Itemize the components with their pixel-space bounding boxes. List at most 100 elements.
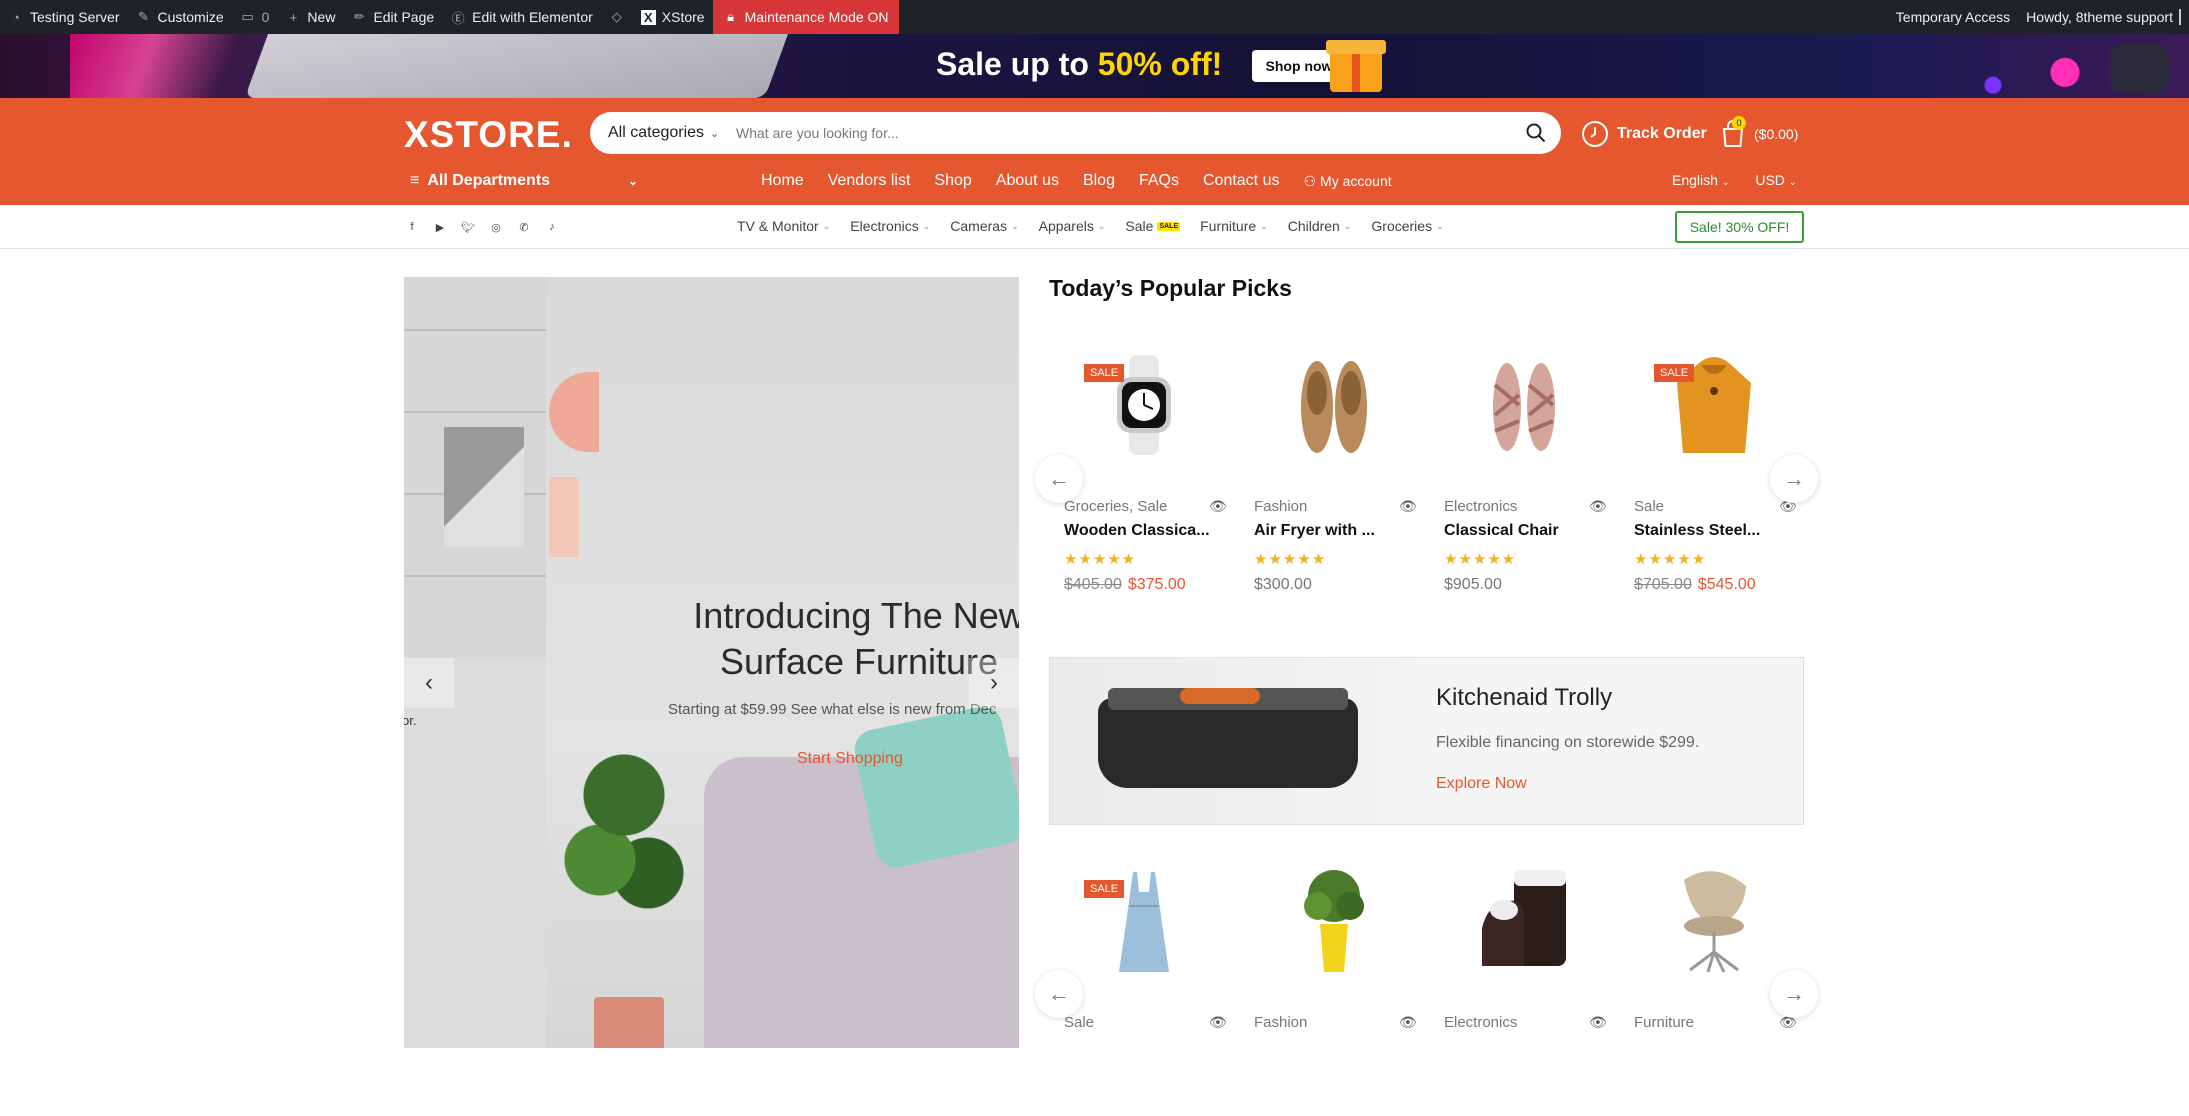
comment-icon: ▭ xyxy=(241,9,254,24)
site-logo[interactable]: XSTORE. xyxy=(404,114,573,156)
clock-icon xyxy=(1582,121,1608,147)
currency-select[interactable]: USD ⌄ xyxy=(1755,172,1796,188)
hero-prev-button[interactable]: ‹ xyxy=(404,658,454,708)
arrow-right-icon: → xyxy=(1783,981,1805,1006)
whatsapp-icon[interactable]: ✆ xyxy=(516,219,532,235)
twitter-icon[interactable]: 🐦︎ xyxy=(460,219,476,235)
product-price-value: $300.00 xyxy=(1254,576,1312,593)
product-image-vase[interactable] xyxy=(1469,866,1579,976)
prev-slide-text-fragment: or. xyxy=(404,713,417,728)
sale-30-off-button[interactable]: Sale! 30% OFF! xyxy=(1675,211,1804,243)
product-image-sandals[interactable] xyxy=(1469,350,1579,460)
explore-now-link[interactable]: Explore Now xyxy=(1436,775,1527,793)
carousel-next-button[interactable]: → xyxy=(1770,455,1818,503)
admin-howdy-link[interactable]: Howdy, 8theme support xyxy=(2018,0,2189,34)
eye-icon[interactable]: 👁︎ xyxy=(1399,1014,1417,1031)
eye-icon[interactable]: 👁︎ xyxy=(1209,1014,1227,1031)
shoes-icon xyxy=(1301,361,1367,453)
hero-next-button[interactable]: › xyxy=(969,658,1019,708)
search-button[interactable] xyxy=(1511,123,1561,143)
admin-edit-page-link[interactable]: ✏ Edit Page xyxy=(343,0,442,34)
facebook-icon[interactable]: f xyxy=(404,219,420,235)
subnav-groceries[interactable]: Groceries ⌄ xyxy=(1371,218,1443,234)
subnav-electronics[interactable]: Electronics ⌄ xyxy=(850,218,930,234)
product-image-shoes[interactable] xyxy=(1279,350,1389,460)
eye-icon[interactable]: 👁︎ xyxy=(1589,1014,1607,1031)
admin-customize-link[interactable]: ✎ Customize xyxy=(127,0,231,34)
popular-picks-title: Today’s Popular Picks xyxy=(1049,275,1292,301)
admin-xstore-link[interactable]: X XStore xyxy=(633,0,713,34)
admin-diamond-link[interactable]: ◇ xyxy=(601,0,633,34)
admin-maintenance-mode[interactable]: 🔒︎ Maintenance Mode ON xyxy=(712,0,899,34)
nav-shop[interactable]: Shop xyxy=(934,172,971,190)
subnav-apparels[interactable]: Apparels ⌄ xyxy=(1039,218,1106,234)
product-name[interactable]: Classical Chair xyxy=(1444,522,1559,540)
lamp-image-2 xyxy=(549,477,579,557)
product-name[interactable]: Air Fryer with ... xyxy=(1254,522,1375,540)
subnav-furniture[interactable]: Furniture ⌄ xyxy=(1200,218,1268,234)
carousel-prev-button[interactable]: ← xyxy=(1035,455,1083,503)
product-card[interactable]: Electronics 👁︎ xyxy=(1429,856,1619,1116)
subnav-tv-monitor[interactable]: TV & Monitor ⌄ xyxy=(737,218,830,234)
subnav-cameras[interactable]: Cameras ⌄ xyxy=(950,218,1018,234)
main-nav-row: ≡ All Departments ⌄ Home Vendors list Sh… xyxy=(0,160,2189,205)
product-name[interactable]: Wooden Classica... xyxy=(1064,522,1210,540)
tiktok-icon[interactable]: ♪ xyxy=(544,219,560,235)
nav-blog[interactable]: Blog xyxy=(1083,172,1115,190)
eye-icon[interactable]: 👁︎ xyxy=(1399,498,1417,515)
hero-title: Introducing The New Surface Furniture xyxy=(649,593,1019,685)
product-card[interactable]: Fashion 👁︎ Air Fryer with ... ★★★★★ $300… xyxy=(1239,340,1429,600)
language-select[interactable]: English ⌄ xyxy=(1672,172,1729,188)
hero-slider: or. Introducing The New Surface Furnitur… xyxy=(404,277,1019,1048)
nav-about-us[interactable]: About us xyxy=(996,172,1059,190)
eye-icon[interactable]: 👁︎ xyxy=(1589,498,1607,515)
product-category[interactable]: Electronics xyxy=(1444,1014,1517,1031)
carousel2-next-button[interactable]: → xyxy=(1770,970,1818,1018)
search-input[interactable] xyxy=(736,125,1511,141)
product-card[interactable]: Electronics 👁︎ Classical Chair ★★★★★ $90… xyxy=(1429,340,1619,600)
kitchenaid-promo-card[interactable]: Kitchenaid Trolly Flexible financing on … xyxy=(1049,657,1804,825)
admin-edit-page-label: Edit Page xyxy=(373,9,435,25)
nav-contact-us[interactable]: Contact us xyxy=(1203,172,1279,190)
nav-faqs[interactable]: FAQs xyxy=(1139,172,1179,190)
search-category-select[interactable]: All categories ⌄ xyxy=(590,124,736,142)
youtube-icon[interactable]: ▶ xyxy=(432,219,448,235)
all-departments-toggle[interactable]: ≡ All Departments ⌄ xyxy=(410,172,638,190)
sale-label: SALE xyxy=(1084,880,1125,898)
admin-temp-access-link[interactable]: Temporary Access xyxy=(1888,0,2018,34)
eye-icon[interactable]: 👁︎ xyxy=(1209,498,1227,515)
admin-comments-link[interactable]: ▭ 0 xyxy=(232,0,278,34)
nav-my-account[interactable]: ⚇ My account xyxy=(1303,172,1391,190)
hero-start-shopping-link[interactable]: Start Shopping xyxy=(797,750,903,768)
product-category[interactable]: Fashion xyxy=(1254,498,1307,515)
elementor-icon: Ⓔ xyxy=(451,10,465,26)
instagram-icon[interactable]: ◎ xyxy=(488,219,504,235)
product-card[interactable]: Fashion 👁︎ xyxy=(1239,856,1429,1116)
chevron-down-icon: ⌄ xyxy=(1788,177,1797,187)
nav-vendors-list[interactable]: Vendors list xyxy=(828,172,911,190)
product-category[interactable]: Electronics xyxy=(1444,498,1517,515)
product-category[interactable]: Fashion xyxy=(1254,1014,1307,1031)
admin-temp-access-label: Temporary Access xyxy=(1895,9,2011,25)
subnav-children[interactable]: Children ⌄ xyxy=(1288,218,1352,234)
admin-elementor-link[interactable]: Ⓔ Edit with Elementor xyxy=(442,0,601,34)
product-category[interactable]: Groceries, Sale xyxy=(1064,498,1167,515)
admin-new-link[interactable]: + New xyxy=(277,0,343,34)
product-name[interactable]: Stainless Steel... xyxy=(1634,522,1760,540)
product-category[interactable]: Sale xyxy=(1634,498,1664,515)
plus-icon: + xyxy=(289,9,298,25)
cart-link[interactable]: 0 ($0.00) xyxy=(1720,116,1798,148)
star-rating: ★★★★★ xyxy=(1634,551,1707,568)
admin-site-link[interactable]: ◔ Testing Server xyxy=(0,0,127,34)
category-subnav: f ▶ 🐦︎ ◎ ✆ ♪ TV & Monitor ⌄ Electronics ⌄ … xyxy=(0,205,2189,249)
carousel2-prev-button[interactable]: ← xyxy=(1035,970,1083,1018)
product-category[interactable]: Furniture xyxy=(1634,1014,1694,1031)
admin-customize-label: Customize xyxy=(157,9,224,25)
nav-home[interactable]: Home xyxy=(761,172,804,190)
product-image-plant[interactable] xyxy=(1279,866,1389,976)
product-image-chair[interactable] xyxy=(1659,866,1769,976)
subnav-sale[interactable]: Sale SALE xyxy=(1125,218,1181,234)
track-order-link[interactable]: Track Order xyxy=(1581,120,1707,148)
product-price: $705.00 $545.00 xyxy=(1634,576,1756,594)
product-category[interactable]: Sale xyxy=(1064,1014,1094,1031)
